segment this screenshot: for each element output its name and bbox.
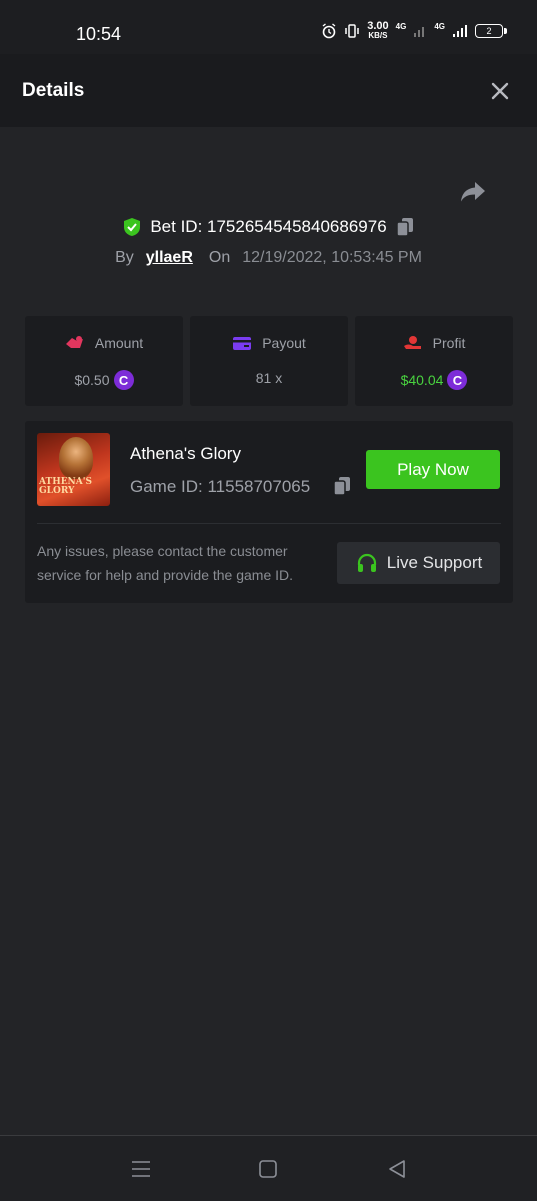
payout-label: Payout: [262, 335, 306, 351]
copy-icon[interactable]: [395, 216, 415, 238]
live-support-button[interactable]: Live Support: [337, 542, 500, 584]
status-time: 10:54: [76, 24, 122, 44]
signal-icon: [453, 25, 467, 37]
close-icon[interactable]: [489, 80, 511, 102]
copy-icon[interactable]: [332, 475, 352, 497]
profit-label: Profit: [432, 335, 466, 351]
game-art: [59, 437, 93, 479]
game-id: Game ID: 11558707065: [130, 477, 311, 496]
bet-id-row: Bet ID: 1752654545840686976: [0, 216, 537, 238]
status-icons: 3.00 KB/S 4G 4G 2: [321, 20, 507, 41]
back-icon[interactable]: [386, 1158, 408, 1180]
amount-label: Amount: [94, 335, 144, 351]
signal-icon: [414, 27, 425, 37]
details-header: Details: [0, 54, 537, 127]
amount-card: Amount $0.50 C: [25, 316, 183, 406]
alarm-icon: [322, 23, 336, 39]
vibrate-icon: [345, 24, 359, 38]
on-label: On: [208, 249, 231, 266]
network-speed: 3.00 KB/S: [367, 20, 389, 41]
bet-byline: By yllaeR On 12/19/2022, 10:53:45 PM: [0, 249, 537, 267]
help-text: Any issues, please contact the customer …: [37, 543, 294, 583]
shield-check-icon: [124, 218, 141, 236]
battery-icon: 2: [475, 24, 507, 38]
network-type-2: 4G: [434, 21, 445, 31]
thumbnail-title: ATHENA'S GLORY: [39, 477, 93, 496]
headset-icon: [357, 553, 376, 572]
status-bar: 10:54 3.00 KB/S 4G 4G 2: [0, 0, 537, 54]
bet-date: 12/19/2022, 10:53:45 PM: [242, 249, 422, 266]
divider: [37, 523, 501, 524]
payout-card: Payout 81 x: [190, 316, 348, 406]
network-type-1: 4G: [395, 21, 407, 31]
coin-icon: C: [447, 370, 468, 390]
game-card: ATHENA'S GLORY Athena's Glory Game ID: 1…: [25, 421, 513, 603]
profit-card: Profit $40.04 C: [355, 316, 513, 406]
money-hand-icon: [403, 336, 421, 349]
coin-icon: C: [113, 370, 134, 390]
card-icon: [233, 337, 252, 350]
amount-value: $0.50: [74, 372, 110, 388]
payout-value: 81 x: [255, 370, 283, 386]
menu-icon[interactable]: [130, 1158, 152, 1180]
game-name: Athena's Glory: [130, 444, 241, 463]
system-nav-bar: [0, 1135, 537, 1201]
live-support-label: Live Support: [386, 553, 483, 572]
username-link[interactable]: yllaeR: [146, 249, 193, 267]
by-label: By: [115, 249, 134, 266]
home-icon[interactable]: [257, 1158, 279, 1180]
stats-row: Amount $0.50 C Payout 81 x Profit $40.04…: [25, 316, 513, 406]
bet-id: Bet ID: 1752654545840686976: [150, 217, 387, 236]
page-title: Details: [22, 80, 85, 101]
share-icon[interactable]: [458, 176, 488, 206]
play-now-button[interactable]: Play Now: [366, 450, 500, 489]
profit-value: $40.04: [400, 372, 444, 388]
game-thumbnail[interactable]: ATHENA'S GLORY: [37, 433, 110, 506]
hand-coin-icon: [65, 336, 83, 348]
